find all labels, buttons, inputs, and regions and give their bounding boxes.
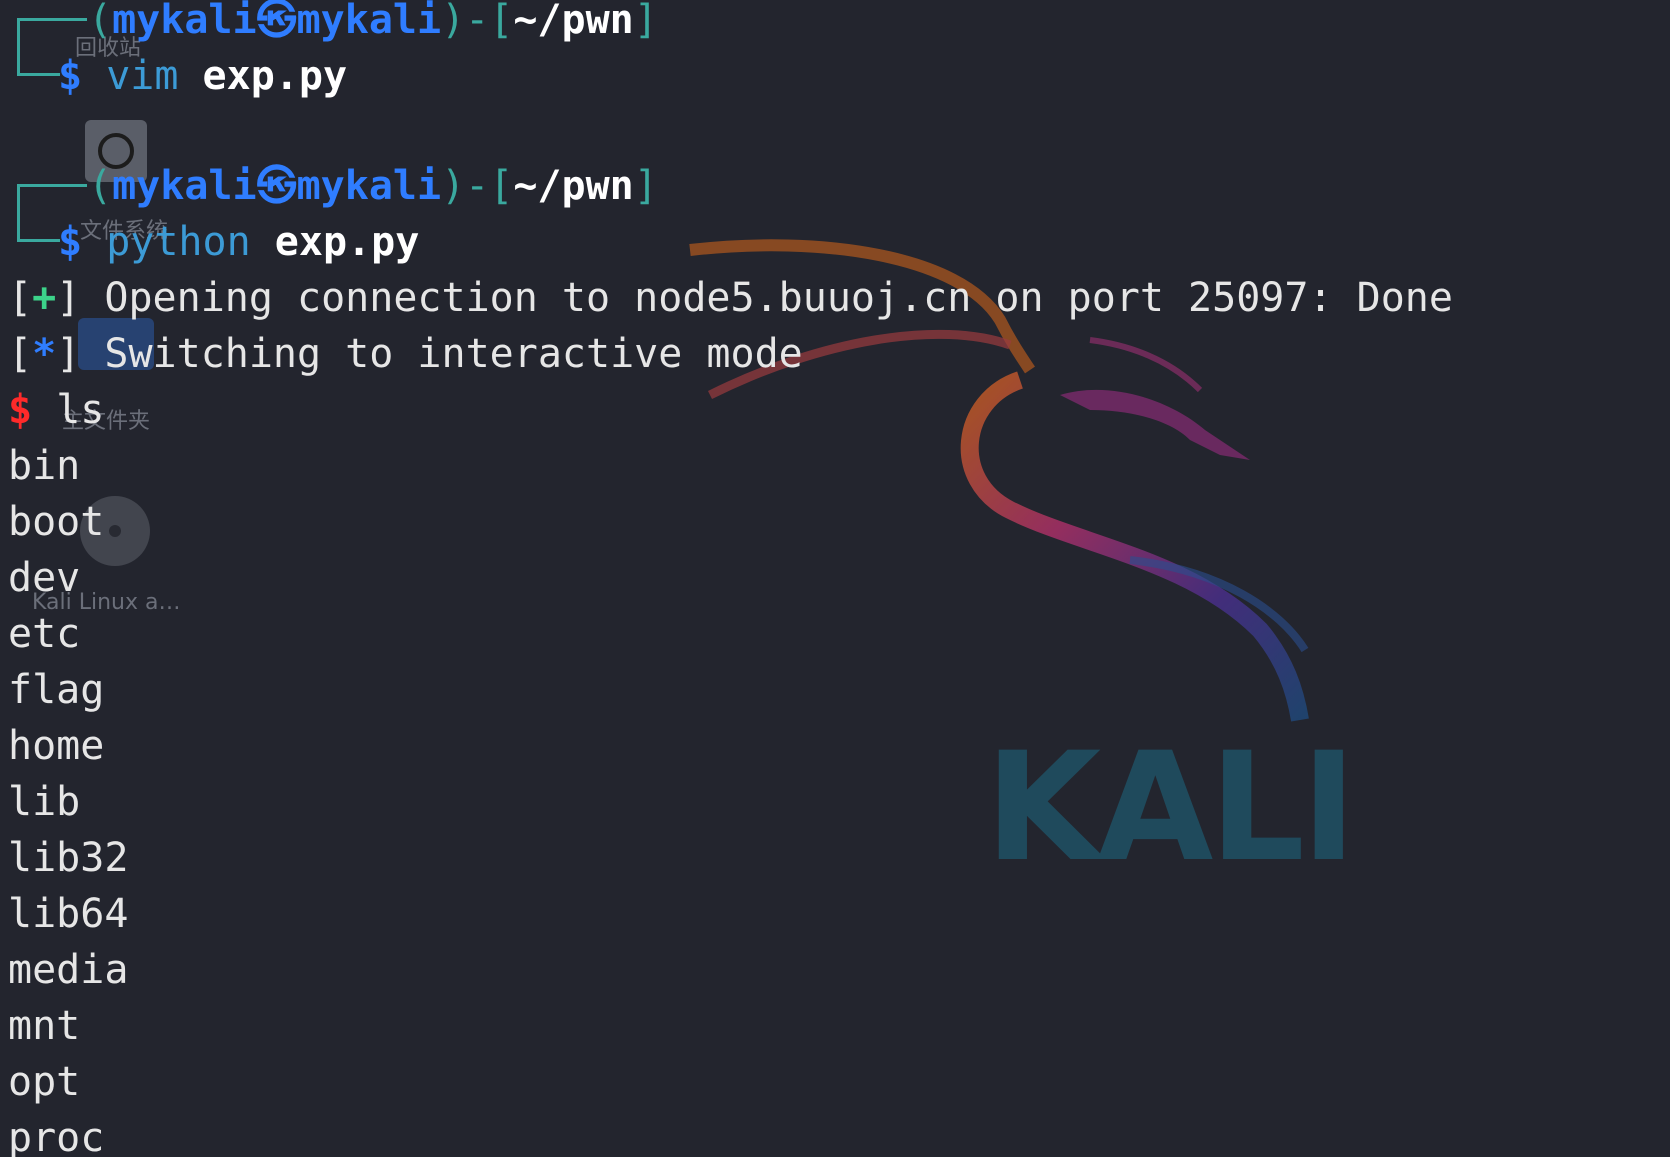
list-item: lib xyxy=(8,779,81,825)
list-item: boot xyxy=(8,499,105,545)
list-item: media xyxy=(8,947,129,993)
interactive-prompt: $ ls xyxy=(8,387,105,433)
list-item: mnt xyxy=(8,1003,81,1049)
list-item: proc xyxy=(8,1115,105,1157)
prompt-command-1: $ vim exp.py xyxy=(58,53,348,99)
prompt-header-1: (mykali㉿mykali)-[~/pwn] xyxy=(88,0,658,43)
list-item: lib64 xyxy=(8,891,129,937)
list-item: bin xyxy=(8,443,81,489)
prompt-frame-1 xyxy=(17,18,60,76)
prompt-frame-2-top xyxy=(17,184,87,187)
list-item: dev xyxy=(8,555,81,601)
list-item: etc xyxy=(8,611,81,657)
output-line-interactive: [*] Switching to interactive mode xyxy=(8,331,803,377)
list-item: home xyxy=(8,723,105,769)
prompt-header-2: (mykali㉿mykali)-[~/pwn] xyxy=(88,163,658,209)
screen: KALI 回收站 文件系统 主文件夹 Kali Linux a… (mykali… xyxy=(0,0,1670,1157)
prompt-frame-1-top xyxy=(17,18,87,21)
terminal-output[interactable]: (mykali㉿mykali)-[~/pwn] $ vim exp.py (my… xyxy=(0,0,1670,1157)
prompt-frame-2 xyxy=(17,184,60,242)
list-item: flag xyxy=(8,667,105,713)
list-item: opt xyxy=(8,1059,81,1105)
output-line-connection: [+] Opening connection to node5.buuoj.cn… xyxy=(8,275,1453,321)
prompt-command-2: $ python exp.py xyxy=(58,219,420,265)
list-item: lib32 xyxy=(8,835,129,881)
